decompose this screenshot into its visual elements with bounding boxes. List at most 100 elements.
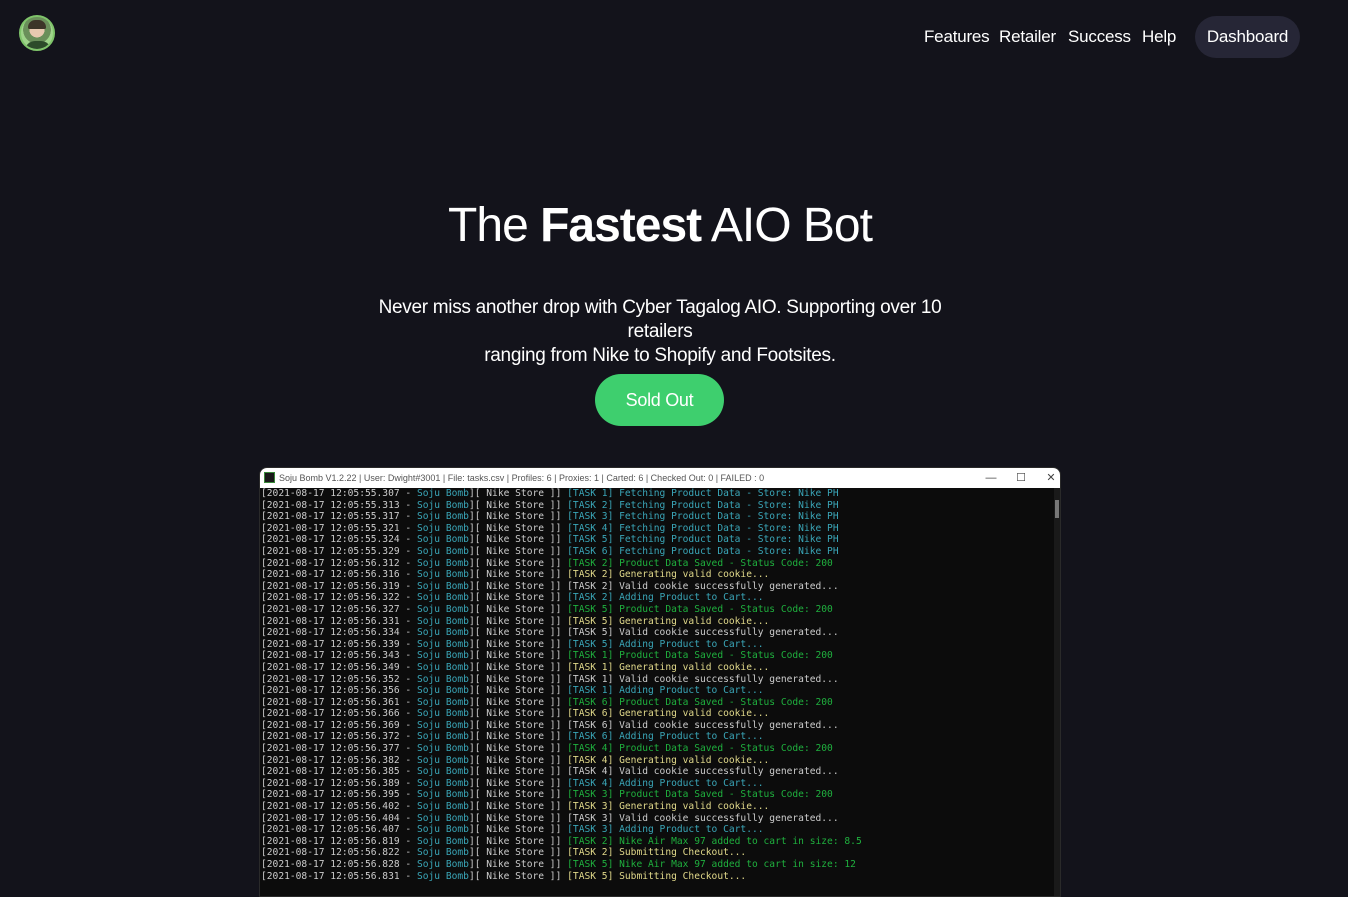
nav-link-success[interactable]: Success <box>1068 26 1131 48</box>
console-bot-name: Soju Bomb <box>416 557 469 569</box>
console-timestamp: [2021-08-17 12:05:56.339 - <box>261 638 417 650</box>
avatar-body <box>25 41 51 49</box>
console-timestamp: [2021-08-17 12:05:56.404 - <box>261 812 417 824</box>
console-store: ][ Nike Store ]] <box>468 743 568 755</box>
console-timestamp: [2021-08-17 12:05:56.349 - <box>261 661 417 673</box>
console-message: Fetching Product Data - Store: Nike PH <box>619 488 839 499</box>
console-task: [TASK 6] <box>567 731 620 743</box>
console-bot-name: Soju Bomb <box>416 522 469 534</box>
console-store: ][ Nike Store ]] <box>468 766 568 778</box>
console-bot-name: Soju Bomb <box>416 812 469 824</box>
console-bot-name: Soju Bomb <box>416 801 469 813</box>
console-message: Valid cookie successfully generated... <box>619 766 839 778</box>
console-bot-name: Soju Bomb <box>416 499 469 511</box>
console-task: [TASK 2] <box>567 569 620 581</box>
console-bot-name: Soju Bomb <box>416 847 469 859</box>
console-bot-name: Soju Bomb <box>416 650 469 662</box>
console-line: [2021-08-17 12:05:55.321 - Soju Bomb][ N… <box>261 523 1055 535</box>
nav-link-retailer[interactable]: Retailer <box>999 26 1056 48</box>
nav-link-features[interactable]: Features <box>924 26 990 48</box>
console-store: ][ Nike Store ]] <box>468 580 568 592</box>
console-store: ][ Nike Store ]] <box>468 673 568 685</box>
console-task: [TASK 3] <box>567 789 620 801</box>
console-bot-name: Soju Bomb <box>416 638 469 650</box>
console-store: ][ Nike Store ]] <box>468 754 568 766</box>
console-task: [TASK 1] <box>567 685 620 697</box>
console-line: [2021-08-17 12:05:56.377 - Soju Bomb][ N… <box>261 743 1055 755</box>
console-store: ][ Nike Store ]] <box>468 615 568 627</box>
close-icon[interactable]: ✕ <box>1036 468 1060 488</box>
console-store: ][ Nike Store ]] <box>468 511 568 523</box>
console-timestamp: [2021-08-17 12:05:56.331 - <box>261 615 417 627</box>
console-timestamp: [2021-08-17 12:05:56.334 - <box>261 627 417 639</box>
console-message: Product Data Saved - Status Code: 200 <box>619 696 833 708</box>
console-task: [TASK 4] <box>567 754 620 766</box>
nav-link-help[interactable]: Help <box>1142 26 1176 48</box>
console-task: [TASK 3] <box>567 801 620 813</box>
console-scrollbar[interactable] <box>1054 488 1060 896</box>
console-store: ][ Nike Store ]] <box>468 777 568 789</box>
minimize-icon[interactable]: — <box>976 468 1006 488</box>
console-bot-name: Soju Bomb <box>416 580 469 592</box>
console-line: [2021-08-17 12:05:55.317 - Soju Bomb][ N… <box>261 511 1055 523</box>
console-task: [TASK 5] <box>567 534 620 546</box>
dashboard-button[interactable]: Dashboard <box>1195 16 1300 58</box>
console-bot-name: Soju Bomb <box>416 545 469 557</box>
console-timestamp: [2021-08-17 12:05:56.831 - <box>261 870 417 882</box>
console-line: [2021-08-17 12:05:56.331 - Soju Bomb][ N… <box>261 616 1055 628</box>
console-line: [2021-08-17 12:05:56.319 - Soju Bomb][ N… <box>261 581 1055 593</box>
console-store: ][ Nike Store ]] <box>468 534 568 546</box>
console-task: [TASK 6] <box>567 719 620 731</box>
console-task: [TASK 5] <box>567 638 620 650</box>
console-window-screenshot: Soju Bomb V1.2.22 | User: Dwight#3001 | … <box>259 467 1061 897</box>
console-message: Valid cookie successfully generated... <box>619 673 839 685</box>
console-output: [2021-08-17 12:05:55.307 - Soju Bomb][ N… <box>260 488 1055 896</box>
console-line: [2021-08-17 12:05:56.395 - Soju Bomb][ N… <box>261 789 1055 801</box>
console-line: [2021-08-17 12:05:56.369 - Soju Bomb][ N… <box>261 720 1055 732</box>
console-line: [2021-08-17 12:05:56.402 - Soju Bomb][ N… <box>261 801 1055 813</box>
console-store: ][ Nike Store ]] <box>468 522 568 534</box>
console-store: ][ Nike Store ]] <box>468 545 568 557</box>
console-message: Fetching Product Data - Store: Nike PH <box>619 499 839 511</box>
console-store: ][ Nike Store ]] <box>468 569 568 581</box>
console-line: [2021-08-17 12:05:56.361 - Soju Bomb][ N… <box>261 697 1055 709</box>
console-timestamp: [2021-08-17 12:05:56.356 - <box>261 685 417 697</box>
console-store: ][ Nike Store ]] <box>468 708 568 720</box>
console-task: [TASK 2] <box>567 835 620 847</box>
console-line: [2021-08-17 12:05:55.313 - Soju Bomb][ N… <box>261 500 1055 512</box>
console-timestamp: [2021-08-17 12:05:55.317 - <box>261 511 417 523</box>
console-bot-name: Soju Bomb <box>416 511 469 523</box>
console-store: ][ Nike Store ]] <box>468 592 568 604</box>
console-store: ][ Nike Store ]] <box>468 870 568 882</box>
console-store: ][ Nike Store ]] <box>468 801 568 813</box>
console-store: ][ Nike Store ]] <box>468 847 568 859</box>
console-line: [2021-08-17 12:05:56.389 - Soju Bomb][ N… <box>261 778 1055 790</box>
hero-title-suffix: AIO Bot <box>701 199 873 252</box>
console-line: [2021-08-17 12:05:56.366 - Soju Bomb][ N… <box>261 708 1055 720</box>
maximize-icon[interactable]: ☐ <box>1006 468 1036 488</box>
sold-out-button[interactable]: Sold Out <box>595 374 724 426</box>
console-store: ][ Nike Store ]] <box>468 696 568 708</box>
logo-avatar[interactable] <box>19 15 55 51</box>
console-task: [TASK 5] <box>567 870 620 882</box>
console-timestamp: [2021-08-17 12:05:55.307 - <box>261 488 417 499</box>
console-line: [2021-08-17 12:05:56.404 - Soju Bomb][ N… <box>261 813 1055 825</box>
console-timestamp: [2021-08-17 12:05:56.352 - <box>261 673 417 685</box>
console-task: [TASK 2] <box>567 580 620 592</box>
console-bot-name: Soju Bomb <box>416 731 469 743</box>
scrollbar-thumb[interactable] <box>1055 500 1059 518</box>
console-line: [2021-08-17 12:05:56.339 - Soju Bomb][ N… <box>261 639 1055 651</box>
console-timestamp: [2021-08-17 12:05:56.377 - <box>261 743 417 755</box>
console-store: ][ Nike Store ]] <box>468 719 568 731</box>
console-task: [TASK 1] <box>567 650 620 662</box>
console-message: Valid cookie successfully generated... <box>619 719 839 731</box>
console-message: Submitting Checkout... <box>619 870 747 882</box>
console-bot-name: Soju Bomb <box>416 673 469 685</box>
console-timestamp: [2021-08-17 12:05:55.313 - <box>261 499 417 511</box>
console-message: Generating valid cookie... <box>619 754 770 766</box>
console-line: [2021-08-17 12:05:55.307 - Soju Bomb][ N… <box>261 488 1055 500</box>
console-store: ][ Nike Store ]] <box>468 488 568 499</box>
console-bot-name: Soju Bomb <box>416 627 469 639</box>
console-bot-name: Soju Bomb <box>416 754 469 766</box>
console-timestamp: [2021-08-17 12:05:56.361 - <box>261 696 417 708</box>
